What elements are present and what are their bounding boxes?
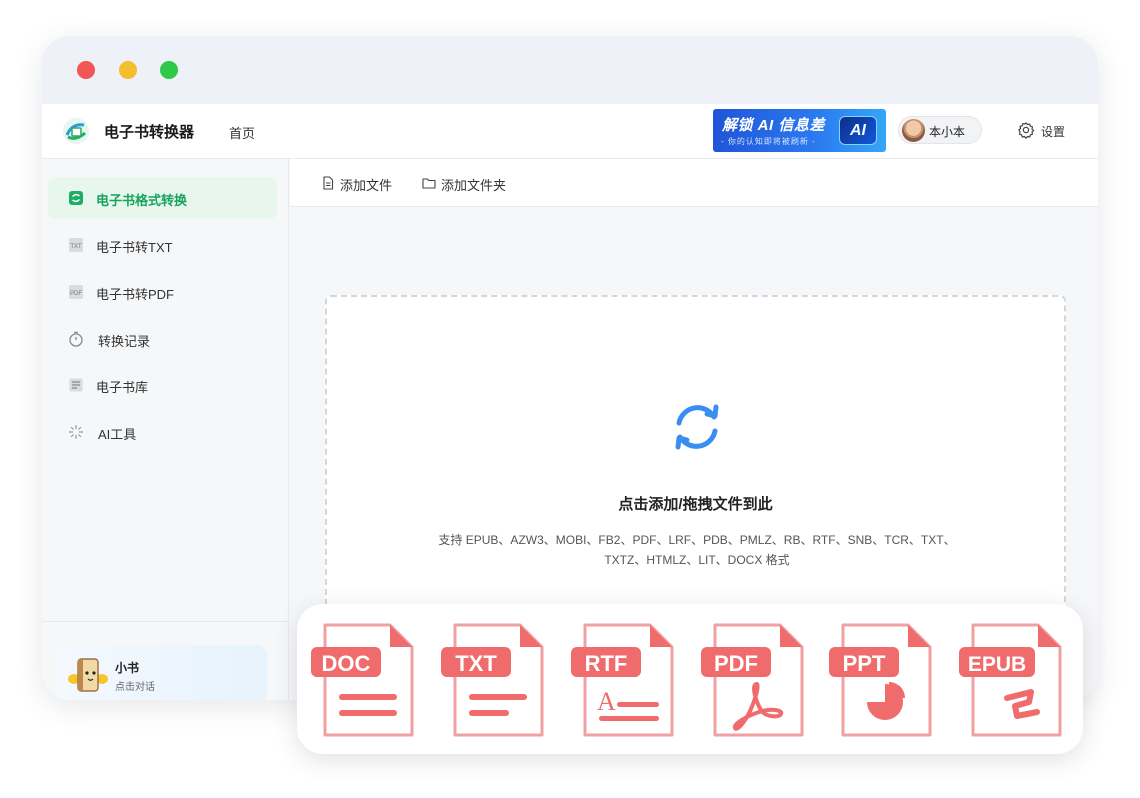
svg-text:A: A — [597, 687, 616, 716]
add-file-label: 添加文件 — [340, 178, 393, 193]
sidebar-item-label: 转换记录 — [98, 334, 151, 349]
txt-format-icon: TXT — [441, 623, 544, 737]
add-folder-label: 添加文件夹 — [441, 178, 507, 193]
sidebar-item-label: 电子书库 — [96, 380, 149, 395]
ai-promo-banner[interactable]: 解锁 AI 信息差 - 你的认知即将被刷新 - AI — [713, 109, 886, 152]
ppt-format-icon: PPT — [829, 623, 932, 737]
ebook-convert-icon — [69, 191, 83, 205]
gear-icon — [1018, 122, 1035, 139]
sidebar-item-label: AI工具 — [98, 427, 137, 442]
maximize-window-button[interactable] — [160, 61, 178, 79]
rtf-format-icon: RTF A — [571, 623, 674, 737]
timer-icon — [69, 331, 83, 347]
pdf-format-label: PDF — [714, 651, 758, 676]
assistant-name: 小书 — [115, 661, 140, 675]
user-profile-chip[interactable]: 本小本 — [898, 116, 982, 144]
file-toolbar: 添加文件 添加文件夹 — [290, 159, 1098, 207]
svg-text:TXT: TXT — [70, 244, 82, 250]
ppt-format-label: PPT — [843, 651, 886, 676]
sync-icon — [675, 404, 719, 450]
banner-subtitle: - 你的认知即将被刷新 - — [721, 137, 816, 146]
pdf-format-icon: PDF — [701, 623, 804, 737]
epub-format-icon: EPUB — [959, 623, 1062, 737]
library-icon — [69, 378, 83, 392]
app-title: 电子书转换器 — [104, 124, 195, 141]
app-window: 电子书转换器 首页 解锁 AI 信息差 - 你的认知即将被刷新 - AI 本小本… — [42, 36, 1098, 700]
doc-format-icon: DOC — [311, 623, 414, 737]
sparkle-icon — [69, 425, 83, 439]
sidebar-item-label: 电子书转PDF — [96, 287, 175, 302]
sidebar-item-ebook-convert[interactable]: 电子书格式转换 — [48, 177, 277, 219]
home-link[interactable]: 首页 — [229, 123, 255, 142]
user-name: 本小本 — [929, 125, 966, 139]
minimize-window-button[interactable] — [119, 61, 137, 79]
rtf-format-label: RTF — [585, 651, 628, 676]
sidebar: 电子书格式转换 TXT 电子书转TXT PDF 电子书转PDF 转换记录 电子书… — [42, 159, 289, 700]
app-header: 电子书转换器 首页 解锁 AI 信息差 - 你的认知即将被刷新 - AI 本小本… — [42, 104, 1098, 159]
title-bar — [42, 36, 1098, 104]
dropzone-title: 点击添加/拖拽文件到此 — [618, 496, 773, 513]
file-icon — [323, 176, 334, 190]
settings-label: 设置 — [1041, 125, 1066, 139]
svg-text:PDF: PDF — [70, 291, 82, 297]
close-window-button[interactable] — [77, 61, 95, 79]
avatar — [902, 119, 925, 142]
format-showcase-card: DOC TXT RTF A PDF PPT EPUB — [297, 604, 1083, 754]
sidebar-item-library[interactable]: 电子书库 — [48, 364, 277, 406]
sidebar-item-ebook-to-pdf[interactable]: PDF 电子书转PDF — [48, 271, 277, 313]
pdf-file-icon: PDF — [69, 285, 83, 299]
app-logo-icon — [63, 118, 89, 144]
sidebar-item-ebook-to-txt[interactable]: TXT 电子书转TXT — [48, 224, 277, 266]
folder-icon — [422, 178, 436, 189]
assistant-subtitle: 点击对话 — [115, 682, 155, 693]
sidebar-item-label: 电子书转TXT — [96, 240, 173, 255]
banner-title: 解锁 AI 信息差 — [722, 117, 825, 134]
sidebar-item-ai-tools[interactable]: AI工具 — [48, 411, 277, 453]
sidebar-item-history[interactable]: 转换记录 — [48, 318, 277, 360]
sidebar-item-label: 电子书格式转换 — [96, 193, 188, 208]
txt-file-icon: TXT — [69, 238, 83, 252]
txt-format-label: TXT — [455, 651, 497, 676]
assistant-chat-button[interactable]: 小书 点击对话 — [59, 645, 267, 700]
doc-format-label: DOC — [322, 651, 371, 676]
epub-format-label: EPUB — [968, 653, 1026, 676]
sidebar-divider — [42, 621, 289, 622]
supported-formats-text: 支持 EPUB、AZW3、MOBI、FB2、PDF、LRF、PDB、PMLZ、R… — [438, 533, 956, 567]
book-mascot-icon — [68, 658, 108, 692]
ai-badge: AI — [839, 116, 877, 145]
